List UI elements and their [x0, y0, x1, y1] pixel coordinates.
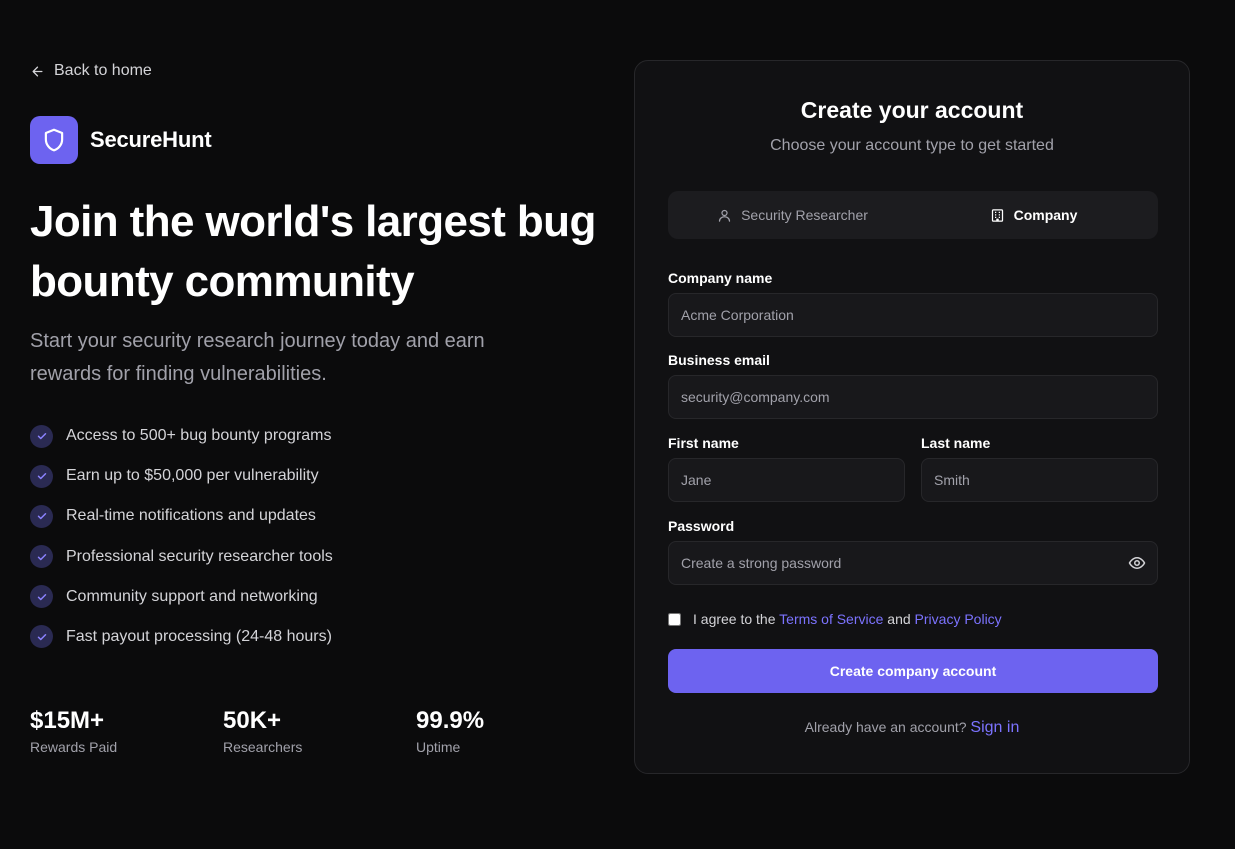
terms-text: I agree to the Terms of Service and Priv…	[693, 611, 1002, 627]
stat-label: Uptime	[416, 739, 461, 755]
check-icon	[30, 424, 53, 448]
feature-item: Fast payout processing (24-48 hours)	[30, 625, 333, 649]
privacy-policy-link[interactable]: Privacy Policy	[915, 611, 1002, 627]
feature-item: Community support and networking	[30, 585, 333, 609]
stat-value: 50K+	[223, 707, 282, 734]
first-name-input[interactable]	[668, 458, 905, 502]
check-icon	[30, 464, 53, 488]
feature-item: Real-time notifications and updates	[30, 504, 333, 528]
form-subtitle: Choose your account type to get started	[770, 137, 1054, 154]
account-type-company[interactable]: Company	[913, 195, 1154, 235]
signin-link[interactable]: Sign in	[970, 719, 1019, 736]
password-label: Password	[668, 518, 735, 534]
shield-icon	[44, 128, 64, 152]
business-email-input[interactable]	[668, 375, 1158, 419]
feature-item: Earn up to $50,000 per vulnerability	[30, 464, 333, 488]
signin-prompt: Already have an account? Sign in	[635, 719, 1189, 737]
feature-text: Earn up to $50,000 per vulnerability	[66, 467, 319, 485]
terms-agreement: I agree to the Terms of Service and Priv…	[668, 611, 1002, 627]
back-to-home-link[interactable]: Back to home	[30, 62, 152, 80]
terms-of-service-link[interactable]: Terms of Service	[779, 611, 883, 627]
company-name-label: Company name	[668, 270, 773, 286]
password-input[interactable]	[668, 541, 1158, 585]
feature-text: Fast payout processing (24-48 hours)	[66, 627, 332, 645]
brand: SecureHunt	[30, 116, 212, 164]
stat-value: 99.9%	[416, 707, 485, 734]
account-type-label: Company	[1013, 207, 1078, 223]
last-name-input[interactable]	[921, 458, 1158, 502]
building-icon	[991, 208, 1003, 222]
arrow-left-icon	[32, 66, 43, 76]
feature-text: Real-time notifications and updates	[66, 507, 316, 525]
check-icon	[30, 545, 53, 569]
signup-card: Create your account Choose your account …	[634, 60, 1190, 774]
account-type-toggle: Security Researcher Company	[668, 191, 1158, 239]
feature-text: Professional security researcher tools	[66, 547, 333, 565]
stat-rewards: $15M+ Rewards Paid	[30, 706, 223, 755]
first-name-label: First name	[668, 435, 739, 451]
stat-uptime: 99.9% Uptime	[416, 706, 609, 755]
hero-subheadline: Start your security research journey tod…	[30, 330, 485, 385]
eye-icon[interactable]	[1128, 554, 1146, 572]
stat-label: Rewards Paid	[30, 739, 118, 755]
check-icon	[30, 625, 53, 649]
stat-label: Researchers	[223, 739, 303, 755]
business-email-label: Business email	[668, 352, 770, 368]
terms-prefix: I agree to the	[693, 611, 776, 627]
user-icon	[718, 209, 731, 222]
signin-prompt-text: Already have an account?	[804, 719, 967, 735]
feature-item: Professional security researcher tools	[30, 545, 333, 569]
brand-name: SecureHunt	[90, 127, 212, 152]
create-account-button[interactable]: Create company account	[668, 649, 1158, 693]
terms-checkbox[interactable]	[668, 612, 681, 626]
last-name-label: Last name	[921, 435, 991, 451]
form-title: Create your account	[800, 97, 1024, 123]
back-to-home-label: Back to home	[54, 62, 152, 79]
terms-and: and	[887, 611, 911, 627]
account-type-researcher[interactable]: Security Researcher	[672, 195, 913, 235]
feature-text: Access to 500+ bug bounty programs	[66, 427, 332, 444]
brand-logo	[30, 116, 78, 164]
company-name-input[interactable]	[668, 293, 1158, 337]
stat-value: $15M+	[30, 707, 105, 734]
check-icon	[30, 585, 53, 609]
check-icon	[30, 504, 53, 528]
stats-row: $15M+ Rewards Paid 50K+ Researchers 99.9…	[30, 706, 609, 755]
feature-text: Community support and networking	[66, 587, 318, 605]
feature-list: Access to 500+ bug bounty programs Earn …	[30, 424, 333, 665]
hero-headline: Join the world's largest bug bounty comm…	[30, 197, 596, 306]
feature-item: Access to 500+ bug bounty programs	[30, 424, 333, 448]
account-type-label: Security Researcher	[741, 207, 868, 223]
stat-researchers: 50K+ Researchers	[223, 706, 416, 755]
